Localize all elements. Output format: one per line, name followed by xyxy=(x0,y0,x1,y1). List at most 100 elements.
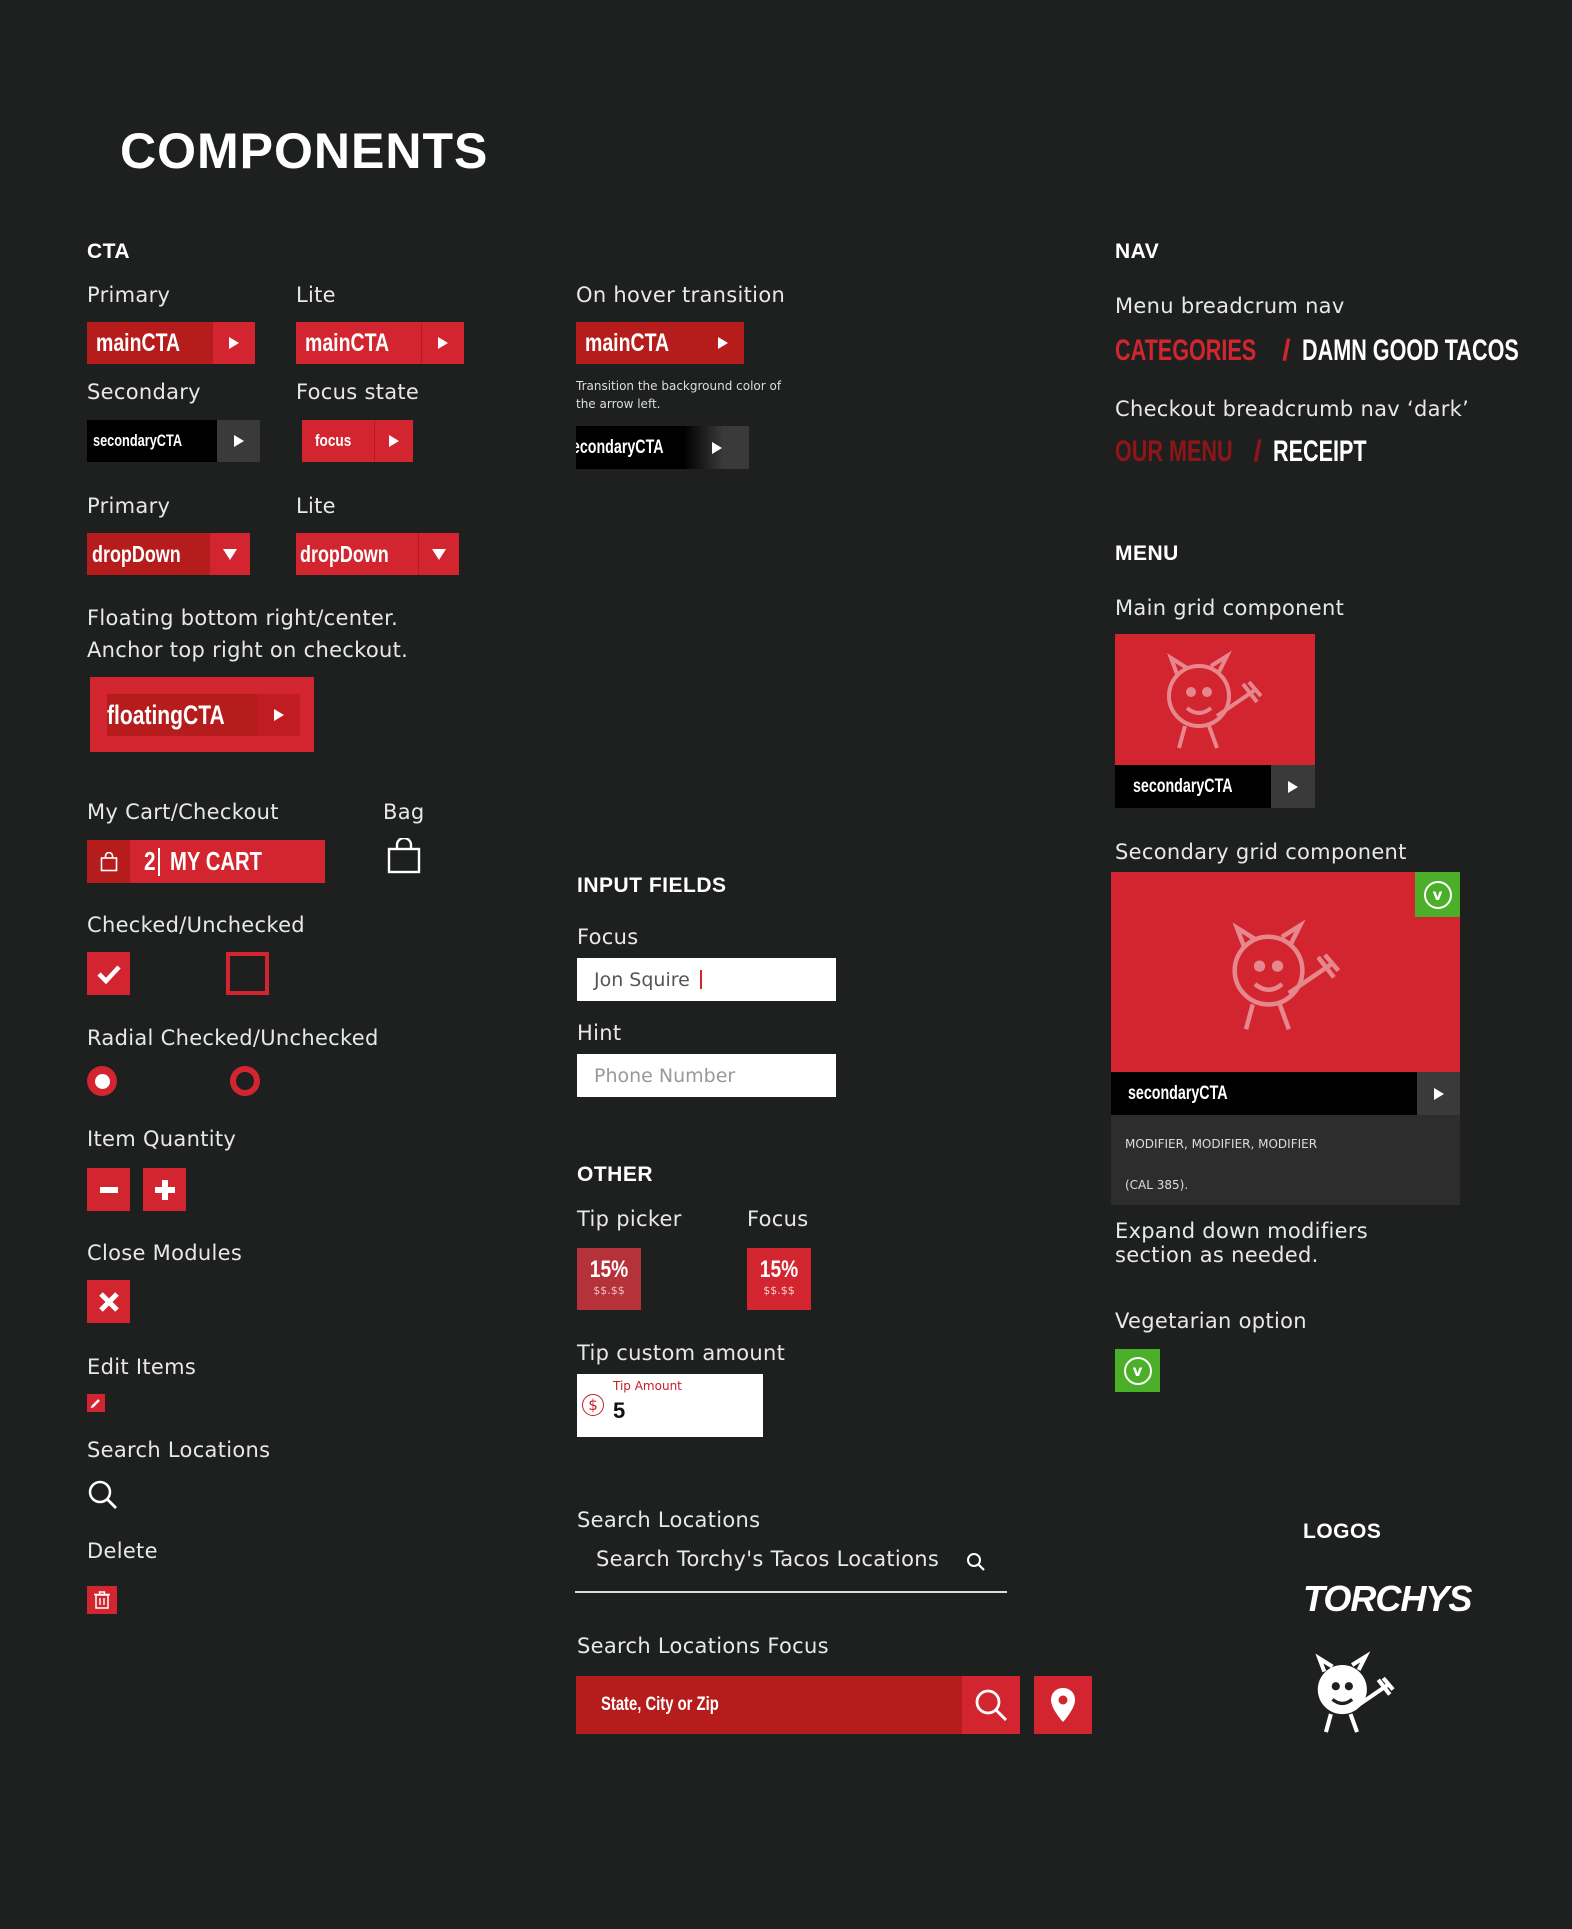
expand-note-2: section as needed. xyxy=(1115,1243,1319,1267)
main-grid-card[interactable]: secondaryCTA xyxy=(1115,634,1315,808)
dropdown-label: dropDown xyxy=(91,540,181,567)
breadcrumb-current: DAMN GOOD TACOS xyxy=(1301,334,1519,367)
breadcrumb-categories[interactable]: CATEGORIES xyxy=(1115,334,1256,368)
focus-field-label: Focus xyxy=(577,925,639,949)
secondary-grid-label: Secondary grid component xyxy=(1115,840,1407,864)
bag-icon[interactable] xyxy=(387,836,421,878)
radio-unchecked[interactable] xyxy=(230,1066,260,1096)
breadcrumb-separator: / xyxy=(1253,435,1262,468)
play-arrow-icon xyxy=(702,322,744,364)
tip-picker-label: Tip picker xyxy=(577,1207,682,1231)
secondary-cta-hover-button[interactable]: secondaryCTA xyxy=(576,426,749,469)
secondary-grid-cta[interactable]: secondaryCTA xyxy=(1111,1072,1460,1115)
vegetarian-icon: v xyxy=(1423,880,1452,909)
decrement-button[interactable] xyxy=(87,1168,130,1211)
search-submit-button[interactable] xyxy=(962,1676,1020,1734)
main-grid-label: Main grid component xyxy=(1115,596,1345,620)
dropdown-primary-button[interactable]: dropDown xyxy=(87,533,250,575)
search-icon[interactable] xyxy=(87,1479,119,1515)
checkbox-checked[interactable] xyxy=(87,952,130,995)
search-locations-label-2: Search Locations xyxy=(577,1508,761,1532)
delete-label: Delete xyxy=(87,1539,158,1563)
cart-text: MY CART xyxy=(170,846,263,876)
torchys-wordmark-logo: TORCHYS xyxy=(1303,1578,1472,1620)
play-arrow-icon xyxy=(684,426,749,469)
secondary-grid-image: v xyxy=(1111,872,1460,1072)
floating-cta-button[interactable]: floatingCTA xyxy=(90,677,314,752)
tip-custom-input[interactable]: $ Tip Amount 5 xyxy=(577,1374,763,1437)
hint-field-label: Hint xyxy=(577,1021,622,1045)
expand-note-1: Expand down modifiers xyxy=(1115,1219,1369,1243)
main-grid-cta[interactable]: secondaryCTA xyxy=(1115,765,1315,808)
close-button[interactable] xyxy=(87,1280,130,1323)
floating-note-2: Anchor top right on checkout. xyxy=(87,638,409,662)
tip-option-focus-button[interactable]: 15% $$.$$ xyxy=(747,1248,811,1310)
close-label: Close Modules xyxy=(87,1241,243,1265)
bag-icon xyxy=(87,840,130,883)
text-cursor xyxy=(699,970,702,989)
play-arrow-icon xyxy=(257,694,300,736)
breadcrumb-our-menu[interactable]: OUR MENU xyxy=(1115,435,1233,469)
hover-note-2: the arrow left. xyxy=(576,397,661,411)
main-cta-label: mainCTA xyxy=(96,328,181,357)
tip-percent: 15% xyxy=(589,1256,629,1283)
check-icon xyxy=(96,964,121,984)
checkbox-unchecked[interactable] xyxy=(226,952,269,995)
focus-cta-button[interactable]: focus xyxy=(302,420,413,462)
play-arrow-icon xyxy=(217,420,260,462)
tip-custom-label: Tip custom amount xyxy=(577,1341,786,1365)
page-title: COMPONENTS xyxy=(120,123,489,179)
menu-heading: MENU xyxy=(1115,542,1179,565)
delete-button[interactable] xyxy=(87,1586,117,1614)
edit-button[interactable] xyxy=(87,1394,105,1412)
search-icon xyxy=(967,1553,985,1571)
my-cart-button[interactable]: 2 MY CART xyxy=(87,840,325,883)
breadcrumb-nav-label: Menu breadcrum nav xyxy=(1115,294,1345,318)
secondary-cta-label: secondaryCTA xyxy=(92,431,182,450)
cart-label: My Cart/Checkout xyxy=(87,800,279,824)
play-arrow-icon xyxy=(213,322,255,364)
vegetarian-badge: v xyxy=(1415,872,1460,917)
name-input[interactable]: Jon Squire xyxy=(577,958,836,1001)
tip-field-value: 5 xyxy=(613,1398,626,1423)
main-cta-lite-label: mainCTA xyxy=(304,328,389,357)
chevron-down-icon xyxy=(418,533,459,575)
dropdown-lite-button[interactable]: dropDown xyxy=(296,533,459,575)
other-heading: OTHER xyxy=(577,1163,653,1186)
location-search-placeholder: State, City or Zip xyxy=(601,1694,719,1715)
location-search-input[interactable]: State, City or Zip xyxy=(576,1676,962,1734)
play-arrow-icon xyxy=(374,420,413,462)
secondary-grid-cta-label: secondaryCTA xyxy=(1128,1082,1228,1104)
main-cta-hover-label: mainCTA xyxy=(585,328,670,357)
search-locations-input[interactable]: Search Torchy's Tacos Locations xyxy=(575,1543,1007,1593)
tip-option-button[interactable]: 15% $$.$$ xyxy=(577,1248,641,1310)
main-grid-image xyxy=(1115,634,1315,765)
increment-button[interactable] xyxy=(143,1168,186,1211)
radio-checked[interactable] xyxy=(87,1066,117,1096)
play-arrow-icon xyxy=(421,322,464,364)
main-cta-primary-button[interactable]: mainCTA xyxy=(87,322,255,364)
main-cta-hover-button[interactable]: mainCTA xyxy=(576,322,744,364)
chevron-down-icon xyxy=(210,533,250,575)
veg-badge-letter-2: v xyxy=(1132,1361,1143,1380)
search-locations-label: Search Locations xyxy=(87,1438,271,1462)
close-icon xyxy=(98,1291,119,1312)
secondary-grid-card[interactable]: v secondaryCTA MODIFIER, MODIFIER, MODIF… xyxy=(1111,872,1460,1205)
secondary-cta-button[interactable]: secondaryCTA xyxy=(87,420,260,462)
modifiers-panel: MODIFIER, MODIFIER, MODIFIER (CAL 385). xyxy=(1111,1115,1460,1205)
main-cta-lite-button[interactable]: mainCTA xyxy=(296,322,464,364)
menu-breadcrumb: CATEGORIES / DAMN GOOD TACOS xyxy=(1115,334,1572,368)
name-input-value: Jon Squire xyxy=(594,968,690,991)
devil-mascot-icon xyxy=(1221,912,1351,1036)
search-focus-label: Search Locations Focus xyxy=(577,1634,829,1658)
focus-state-label: Focus state xyxy=(296,380,420,404)
cart-count: 2 xyxy=(144,846,156,876)
phone-input[interactable]: Phone Number xyxy=(577,1054,836,1097)
map-pin-icon xyxy=(1051,1688,1075,1722)
play-arrow-icon xyxy=(1417,1072,1460,1115)
trash-icon xyxy=(94,1591,110,1609)
quantity-label: Item Quantity xyxy=(87,1127,237,1151)
nav-heading: NAV xyxy=(1115,240,1160,263)
logos-heading: LOGOS xyxy=(1303,1520,1382,1543)
locate-me-button[interactable] xyxy=(1034,1676,1092,1734)
